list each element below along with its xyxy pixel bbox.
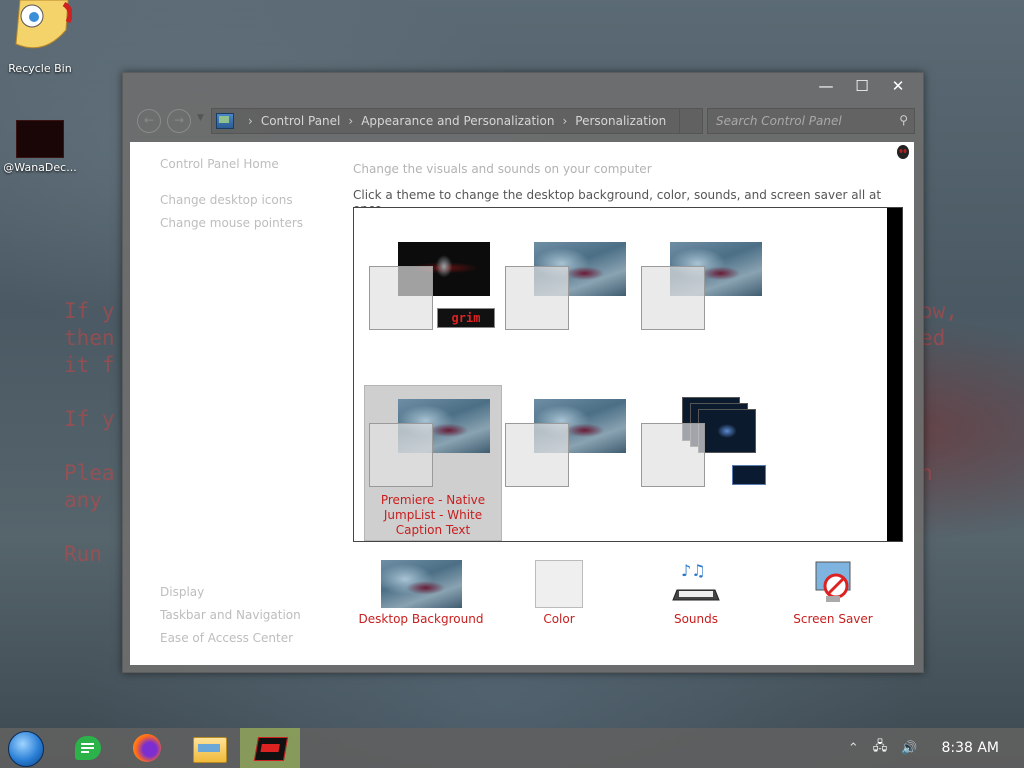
theme-color-swatch <box>369 423 433 487</box>
page-title: Change the visuals and sounds on your co… <box>353 162 652 176</box>
personalization-icon <box>253 737 289 761</box>
ease-of-access-link[interactable]: Ease of Access Center <box>160 631 293 645</box>
change-desktop-icons-link[interactable]: Change desktop icons <box>160 193 293 207</box>
theme-item[interactable] <box>500 228 636 382</box>
theme-color-swatch <box>641 266 705 330</box>
breadcrumb-control-panel[interactable]: Control Panel <box>261 114 341 128</box>
sounds-button[interactable]: ♪♫ Sounds <box>631 560 761 626</box>
search-icon[interactable]: ⚲ <box>899 113 908 127</box>
notes-icon <box>75 736 101 760</box>
desktop-icon-wanadecryptor[interactable]: @WanaDec... <box>0 120 80 174</box>
maximize-button[interactable]: ☐ <box>851 75 873 97</box>
theme-badge: grim <box>437 308 495 328</box>
theme-item[interactable] <box>500 385 636 539</box>
desktop-background-label: Desktop Background <box>358 612 484 626</box>
theme-item-selected[interactable]: Premiere - Native JumpList - White Capti… <box>364 385 502 541</box>
control-panel-home-link[interactable]: Control Panel Home <box>160 157 279 171</box>
file-explorer-icon <box>193 737 227 763</box>
window-controls: — ☐ ✕ <box>815 75 909 97</box>
taskbar: ⌃ 🖧 🔊 8:38 AM <box>0 728 1024 768</box>
theme-color-swatch <box>641 423 705 487</box>
start-orb-icon <box>8 731 44 767</box>
theme-color-swatch <box>505 266 569 330</box>
theme-item[interactable]: grim <box>364 228 500 382</box>
recent-pages-dropdown[interactable]: ▼ <box>197 113 204 123</box>
theme-item[interactable] <box>636 385 772 539</box>
breadcrumb-separator-icon: › <box>248 114 253 128</box>
screen-saver-button[interactable]: Screen Saver <box>768 560 898 626</box>
screen-saver-icon <box>815 561 851 602</box>
system-tray: ⌃ 🖧 🔊 8:38 AM <box>834 728 1024 768</box>
recycle-bin-icon <box>15 0 73 49</box>
breadcrumb-appearance[interactable]: Appearance and Personalization <box>361 114 554 128</box>
back-button[interactable]: ← <box>137 109 161 133</box>
app-icon <box>16 120 64 158</box>
taskbar-firefox[interactable] <box>120 728 180 768</box>
color-swatch-icon <box>535 560 583 608</box>
volume-icon[interactable]: 🔊 <box>901 741 917 756</box>
change-mouse-pointers-link[interactable]: Change mouse pointers <box>160 216 303 230</box>
search-box: ⚲ <box>707 108 915 134</box>
address-dropdown-button[interactable] <box>679 109 702 133</box>
taskbar-navigation-link[interactable]: Taskbar and Navigation <box>160 608 301 622</box>
theme-label: Premiere - Native JumpList - White Capti… <box>380 493 486 537</box>
theme-badge <box>732 465 766 485</box>
taskbar-personalization[interactable] <box>240 728 300 768</box>
navigation-bar: ← → ▼ › Control Panel › Appearance and P… <box>131 106 915 136</box>
desktop-icon-recycle-bin[interactable]: Recycle Bin <box>0 0 80 75</box>
desktop-background-icon <box>380 560 462 608</box>
theme-list-scrollbar[interactable] <box>887 208 902 541</box>
desktop-background-button[interactable]: Desktop Background <box>356 560 486 626</box>
color-button[interactable]: Color <box>494 560 624 626</box>
theme-color-swatch <box>369 266 433 330</box>
breadcrumb-personalization[interactable]: Personalization <box>575 114 666 128</box>
breadcrumb-separator-icon: › <box>348 114 354 128</box>
chevron-up-icon[interactable]: ⌃ <box>848 741 859 756</box>
clock[interactable]: 8:38 AM <box>941 740 999 756</box>
display-link[interactable]: Display <box>160 585 204 599</box>
firefox-icon <box>133 734 161 762</box>
theme-item[interactable] <box>636 228 772 382</box>
start-button[interactable] <box>0 728 60 768</box>
wanadecryptor-label: @WanaDec... <box>3 161 77 174</box>
theme-list: grim Premiere - Native JumpList - White … <box>353 207 903 542</box>
background-ransom-text-left: If y then it f If y Plea any Run <box>64 299 115 566</box>
background-ransom-text-right: ow, ed n <box>920 299 958 485</box>
close-button[interactable]: ✕ <box>887 75 909 97</box>
forward-button[interactable]: → <box>167 109 191 133</box>
content-area: Control Panel Home Change desktop icons … <box>130 142 914 665</box>
breadcrumb-separator-icon: › <box>562 114 568 128</box>
recycle-bin-label: Recycle Bin <box>8 62 72 75</box>
address-bar[interactable]: › Control Panel › Appearance and Persona… <box>211 108 703 134</box>
search-input[interactable] <box>708 109 888 133</box>
theme-wallpaper <box>698 409 756 453</box>
network-icon[interactable]: 🖧 <box>873 737 888 759</box>
screen-saver-label: Screen Saver <box>793 612 873 626</box>
help-icon[interactable] <box>896 144 910 160</box>
control-panel-icon <box>216 113 234 129</box>
theme-color-swatch <box>505 423 569 487</box>
svg-text:♪♫: ♪♫ <box>681 561 706 580</box>
taskbar-file-explorer[interactable] <box>180 728 240 768</box>
color-label: Color <box>543 612 575 626</box>
taskbar-notes[interactable] <box>60 728 120 768</box>
sounds-icon: ♪♫ <box>672 561 720 601</box>
personalization-window: — ☐ ✕ ← → ▼ › Control Panel › Appearance… <box>122 72 924 673</box>
sounds-label: Sounds <box>673 612 719 626</box>
minimize-button[interactable]: — <box>815 75 837 97</box>
